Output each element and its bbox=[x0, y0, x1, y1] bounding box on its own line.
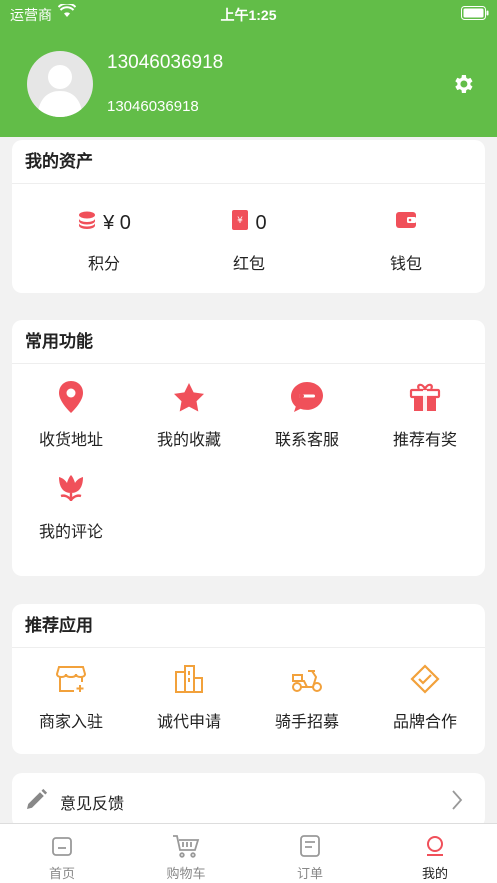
user-name: 13046036918 bbox=[107, 52, 224, 73]
feedback-label: 意见反馈 bbox=[60, 796, 125, 813]
coins-icon bbox=[77, 210, 97, 236]
assets-card: 我的资产 ¥ 0 积分 ¥ 0 红包 钱包 bbox=[12, 140, 485, 293]
tab-bar: 首页 购物车 订单 我的 bbox=[0, 823, 497, 883]
wallet-label: 钱包 bbox=[389, 256, 422, 273]
status-bar: 运营商 上午1:25 bbox=[0, 0, 497, 26]
common-functions-title: 常用功能 bbox=[12, 320, 485, 364]
asset-wallet[interactable]: 钱包 bbox=[336, 210, 476, 274]
points-value: ¥ 0 bbox=[103, 211, 131, 234]
assets-title: 我的资产 bbox=[12, 140, 485, 184]
tab-orders[interactable]: 订单 bbox=[248, 833, 372, 882]
tab-home[interactable]: 首页 bbox=[0, 833, 124, 882]
tab-mine[interactable]: 我的 bbox=[373, 833, 497, 882]
referral-reward-item[interactable]: 推荐有奖 bbox=[366, 378, 484, 450]
red-packet-label: 红包 bbox=[232, 256, 265, 273]
profile-icon bbox=[373, 833, 497, 859]
red-packet-icon: ¥ bbox=[231, 209, 249, 237]
building-icon bbox=[130, 660, 248, 698]
merchant-join-item[interactable]: 商家入驻 bbox=[12, 660, 130, 732]
recommended-apps-title: 推荐应用 bbox=[12, 604, 485, 648]
customer-service-item[interactable]: 联系客服 bbox=[248, 378, 366, 450]
points-label: 积分 bbox=[87, 256, 120, 273]
red-packet-value: 0 bbox=[255, 211, 267, 234]
common-functions-card: 常用功能 收货地址 我的收藏 联系客服 推荐有奖 我的评论 bbox=[12, 320, 485, 576]
asset-points[interactable]: ¥ 0 积分 bbox=[34, 210, 174, 274]
asset-red-packet[interactable]: ¥ 0 红包 bbox=[179, 210, 319, 274]
location-pin-icon bbox=[12, 378, 130, 416]
shipping-address-item[interactable]: 收货地址 bbox=[12, 378, 130, 450]
rider-recruit-item[interactable]: 骑手招募 bbox=[248, 660, 366, 732]
tab-cart[interactable]: 购物车 bbox=[124, 833, 248, 882]
user-phone: 13046036918 bbox=[107, 98, 199, 115]
star-icon bbox=[130, 378, 248, 416]
cart-icon bbox=[124, 833, 248, 859]
svg-text:¥: ¥ bbox=[238, 216, 244, 226]
gear-icon[interactable] bbox=[451, 72, 475, 101]
gift-icon bbox=[366, 378, 484, 416]
chat-icon bbox=[248, 378, 366, 416]
feedback-row[interactable]: 意见反馈 bbox=[12, 773, 485, 828]
my-reviews-item[interactable]: 我的评论 bbox=[12, 470, 130, 542]
recommended-apps-card: 推荐应用 商家入驻 诚代申请 骑手招募 品牌合作 bbox=[12, 604, 485, 754]
shop-icon bbox=[12, 660, 130, 698]
brand-cooperation-item[interactable]: 品牌合作 bbox=[366, 660, 484, 732]
tulip-icon bbox=[12, 470, 130, 508]
favorites-item[interactable]: 我的收藏 bbox=[130, 378, 248, 450]
avatar[interactable] bbox=[27, 51, 93, 117]
handshake-icon bbox=[366, 660, 484, 698]
wallet-icon bbox=[395, 210, 417, 236]
scooter-icon bbox=[248, 660, 366, 698]
profile-header: 运营商 上午1:25 13046036918 13046036918 bbox=[0, 0, 497, 137]
home-icon bbox=[0, 833, 124, 859]
chevron-right-icon bbox=[451, 789, 463, 816]
battery-icon bbox=[461, 6, 489, 23]
order-icon bbox=[248, 833, 372, 859]
clock: 上午1:25 bbox=[220, 7, 277, 23]
pen-icon bbox=[24, 788, 48, 817]
agent-application-item[interactable]: 诚代申请 bbox=[130, 660, 248, 732]
